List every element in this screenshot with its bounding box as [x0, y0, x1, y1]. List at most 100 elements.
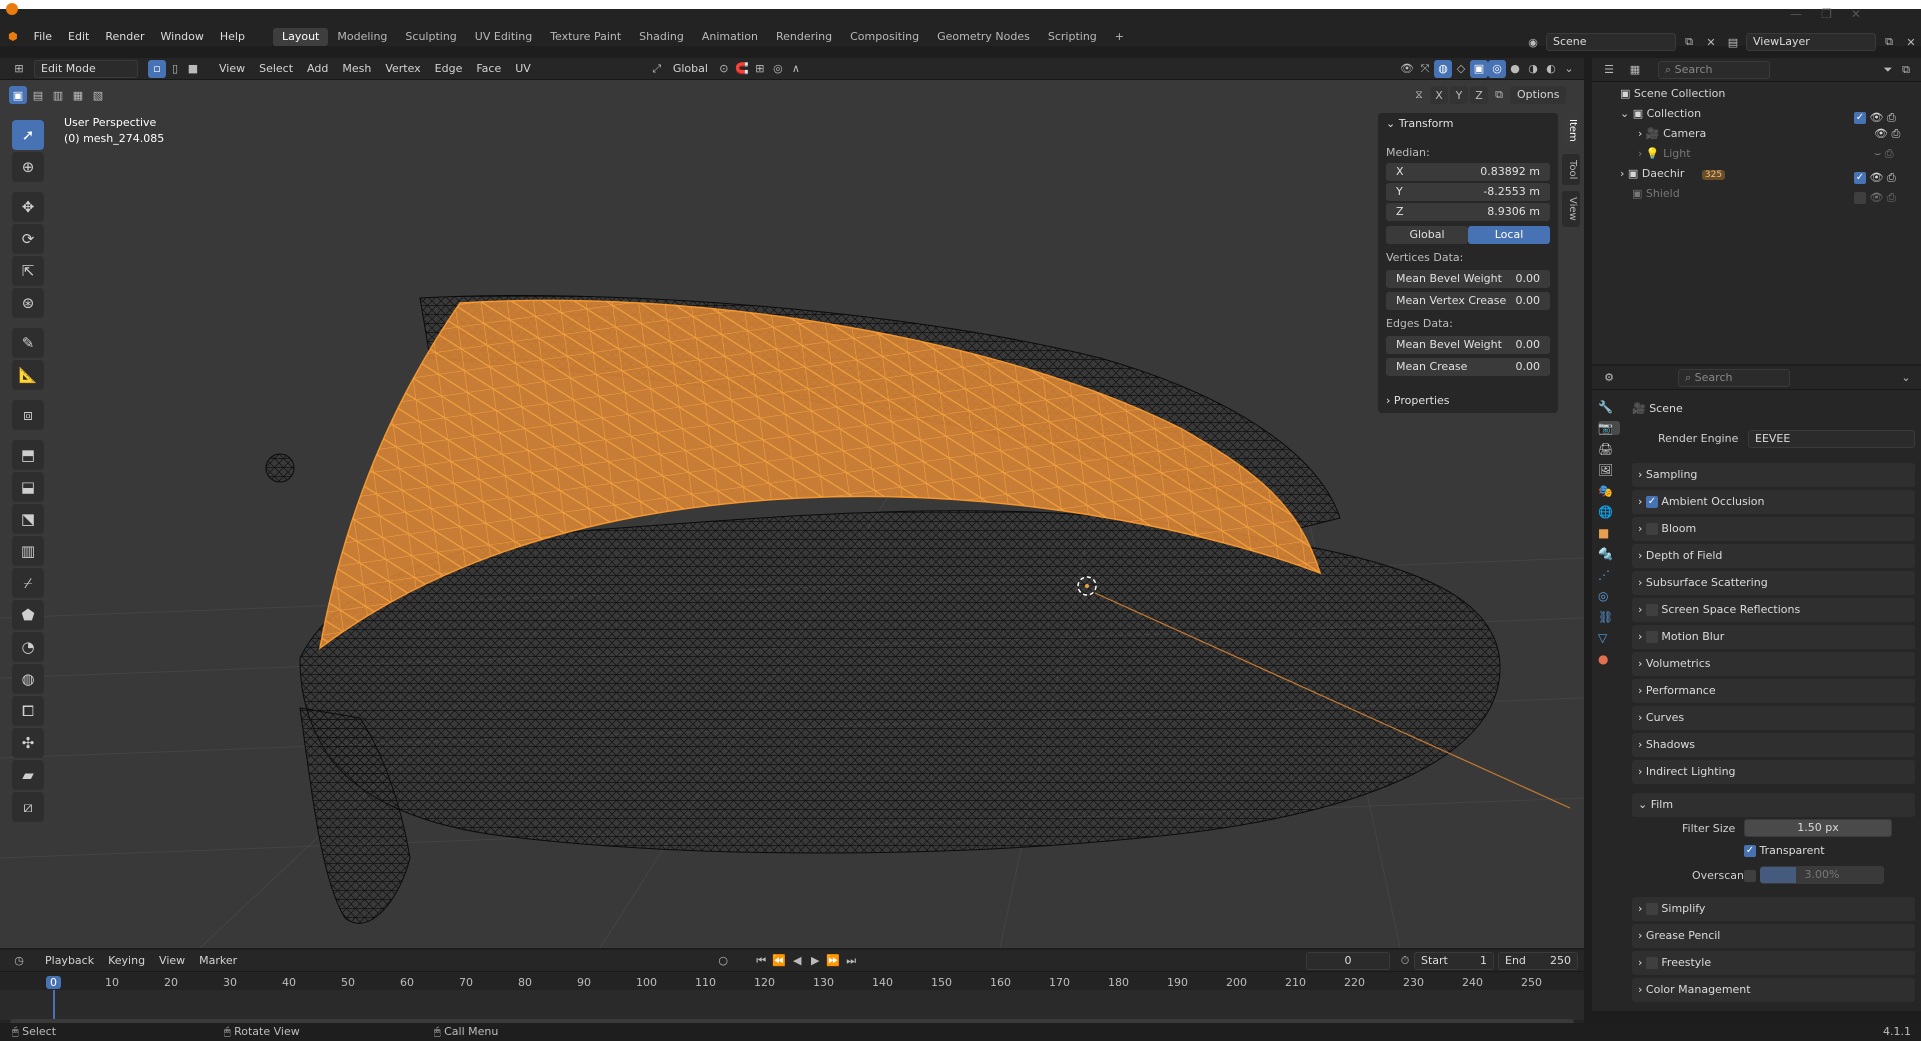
- menu-render[interactable]: Render: [97, 28, 152, 46]
- menu-mesh[interactable]: Mesh: [335, 59, 378, 79]
- shading-rendered-icon[interactable]: ◐: [1542, 60, 1560, 78]
- blender-menu-icon[interactable]: ⬢: [0, 28, 26, 46]
- current-frame-field[interactable]: 0: [1306, 951, 1390, 970]
- viewport-3d[interactable]: User Perspective (0) mesh_274.085: [0, 58, 1584, 948]
- render-engine-select[interactable]: EEVEE: [1748, 430, 1915, 448]
- playhead[interactable]: [53, 990, 55, 1020]
- jump-end-icon[interactable]: ⏭: [842, 952, 860, 970]
- face-select-icon[interactable]: ■: [184, 60, 202, 78]
- transform-header[interactable]: ⌄ Transform: [1386, 117, 1453, 130]
- xray-icon[interactable]: ▣: [1470, 59, 1488, 78]
- delete-viewlayer-icon[interactable]: ✕: [1902, 33, 1920, 51]
- median-z-field[interactable]: Z 8.9306 m: [1386, 203, 1550, 221]
- outliner-row-shield[interactable]: ▣ Shield 👁 ⎙: [1592, 184, 1921, 204]
- topology-mirror-icon[interactable]: ⧉: [1490, 86, 1508, 104]
- panel-depth-of-field[interactable]: › Depth of Field: [1632, 544, 1915, 568]
- jump-start-icon[interactable]: ⏮: [752, 952, 770, 970]
- menu-edge[interactable]: Edge: [428, 59, 470, 79]
- tab-layout[interactable]: Layout: [272, 28, 329, 46]
- panel-enable-checkbox[interactable]: [1645, 631, 1658, 643]
- new-scene-icon[interactable]: ⧉: [1680, 33, 1698, 51]
- modifier-tab-icon[interactable]: 🔩: [1598, 547, 1620, 561]
- panel-subsurface-scattering[interactable]: › Subsurface Scattering: [1632, 571, 1915, 595]
- scene-tab-icon[interactable]: 🎭: [1598, 484, 1620, 498]
- play-reverse-icon[interactable]: ◀: [788, 952, 806, 970]
- overscan-checkbox[interactable]: [1744, 869, 1756, 882]
- start-frame-field[interactable]: Start 1: [1414, 951, 1494, 970]
- jump-keyframe-forward-icon[interactable]: ⏩: [824, 952, 842, 970]
- mode-select[interactable]: Edit Mode: [34, 59, 138, 78]
- annotate-tool-icon[interactable]: ✎: [12, 328, 44, 358]
- panel-motion-blur[interactable]: › Motion Blur: [1632, 625, 1915, 649]
- object-tab-icon[interactable]: ■: [1598, 526, 1620, 540]
- falloff-icon[interactable]: ∧: [787, 60, 805, 78]
- pivot-icon[interactable]: ⊙: [715, 60, 733, 78]
- panel-grease-pencil[interactable]: › Grease Pencil: [1632, 924, 1915, 948]
- tab-rendering[interactable]: Rendering: [767, 28, 841, 46]
- panel-curves[interactable]: › Curves: [1632, 706, 1915, 730]
- outliner-row-scene-collection[interactable]: ▣ Scene Collection: [1592, 84, 1921, 104]
- outliner-row-camera[interactable]: › 🎥 Camera 👁 ⎙: [1592, 124, 1921, 144]
- menu-edit[interactable]: Edit: [60, 28, 97, 46]
- bevel-tool-icon[interactable]: ⬔: [12, 504, 44, 534]
- local-toggle[interactable]: Local: [1468, 226, 1550, 244]
- panel-film[interactable]: ⌄ Film: [1632, 793, 1915, 817]
- tab-animation[interactable]: Animation: [693, 28, 767, 46]
- axis-x-toggle[interactable]: X: [1430, 86, 1448, 104]
- overlay-icon[interactable]: ◍: [1434, 59, 1452, 78]
- shading-wireframe-icon[interactable]: ◎: [1488, 59, 1506, 78]
- panel-enable-checkbox[interactable]: [1645, 903, 1658, 915]
- properties-search-input[interactable]: ⌕ Search: [1678, 368, 1790, 387]
- outliner-row-daechir[interactable]: › ▣ Daechir 325 ✓ 👁 ⎙: [1592, 164, 1921, 184]
- expand-collection-icon[interactable]: ⌄: [1620, 107, 1629, 120]
- menu-vertex[interactable]: Vertex: [378, 59, 427, 79]
- select-box-tool-icon[interactable]: ➚: [12, 120, 44, 150]
- render-tab-icon[interactable]: 📷: [1598, 421, 1620, 435]
- outliner-row-collection[interactable]: ⌄ ▣ Collection ✓ 👁 ⎙: [1592, 104, 1921, 124]
- tab-item[interactable]: Item: [1562, 113, 1580, 148]
- panel-shadows[interactable]: › Shadows: [1632, 733, 1915, 757]
- add-workspace-button[interactable]: +: [1106, 28, 1133, 46]
- shield-visibility-controls[interactable]: 👁 ⎙: [1854, 188, 1896, 208]
- snap-target-icon[interactable]: ⊞: [751, 60, 769, 78]
- shading-solid-icon[interactable]: ●: [1506, 60, 1524, 78]
- gizmo-icon[interactable]: ⤧: [1416, 60, 1434, 78]
- poly-build-tool-icon[interactable]: ⬟: [12, 600, 44, 630]
- options-button[interactable]: Options: [1510, 86, 1567, 104]
- menu-file[interactable]: File: [26, 28, 60, 46]
- menu-marker[interactable]: Marker: [192, 951, 244, 971]
- select-invert-icon[interactable]: ▦: [69, 86, 87, 104]
- view-layer-tab-icon[interactable]: 🖼: [1598, 463, 1620, 477]
- new-viewlayer-icon[interactable]: ⧉: [1880, 33, 1898, 51]
- menu-select[interactable]: Select: [252, 59, 300, 79]
- viewlayer-field[interactable]: ViewLayer: [1746, 33, 1876, 51]
- axis-z-toggle[interactable]: Z: [1470, 86, 1488, 104]
- add-cube-tool-icon[interactable]: ⧈: [12, 400, 44, 430]
- menu-view[interactable]: View: [212, 59, 252, 79]
- properties-header[interactable]: › Properties: [1386, 394, 1450, 407]
- tab-modeling[interactable]: Modeling: [328, 28, 396, 46]
- jump-keyframe-back-icon[interactable]: ⏪: [770, 952, 788, 970]
- inset-tool-icon[interactable]: ⬓: [12, 472, 44, 502]
- menu-uv[interactable]: UV: [508, 59, 538, 79]
- move-tool-icon[interactable]: ✥: [12, 192, 44, 222]
- mean-vertex-crease-field[interactable]: Mean Vertex Crease 0.00: [1386, 292, 1550, 310]
- tab-view[interactable]: View: [1562, 191, 1580, 227]
- select-intersect-icon[interactable]: ▧: [89, 86, 107, 104]
- measure-tool-icon[interactable]: 📐: [12, 360, 44, 390]
- data-tab-icon[interactable]: ▽: [1598, 631, 1620, 645]
- select-extend-icon[interactable]: ▤: [29, 86, 47, 104]
- tab-compositing[interactable]: Compositing: [841, 28, 928, 46]
- spin-tool-icon[interactable]: ◔: [12, 632, 44, 662]
- panel-performance[interactable]: › Performance: [1632, 679, 1915, 703]
- light-visibility-controls[interactable]: ⌣ ⎙: [1874, 144, 1894, 164]
- visibility-icon[interactable]: 👁: [1398, 60, 1416, 78]
- end-frame-field[interactable]: End 250: [1498, 951, 1578, 970]
- menu-timeline-view[interactable]: View: [152, 951, 192, 971]
- viewlayer-icon[interactable]: ▤: [1724, 33, 1742, 51]
- global-toggle[interactable]: Global: [1386, 226, 1468, 244]
- tab-shading[interactable]: Shading: [630, 28, 693, 46]
- viewport-canvas[interactable]: [0, 58, 1584, 948]
- filter-size-field[interactable]: 1.50 px: [1744, 819, 1892, 837]
- material-tab-icon[interactable]: ●: [1598, 652, 1620, 666]
